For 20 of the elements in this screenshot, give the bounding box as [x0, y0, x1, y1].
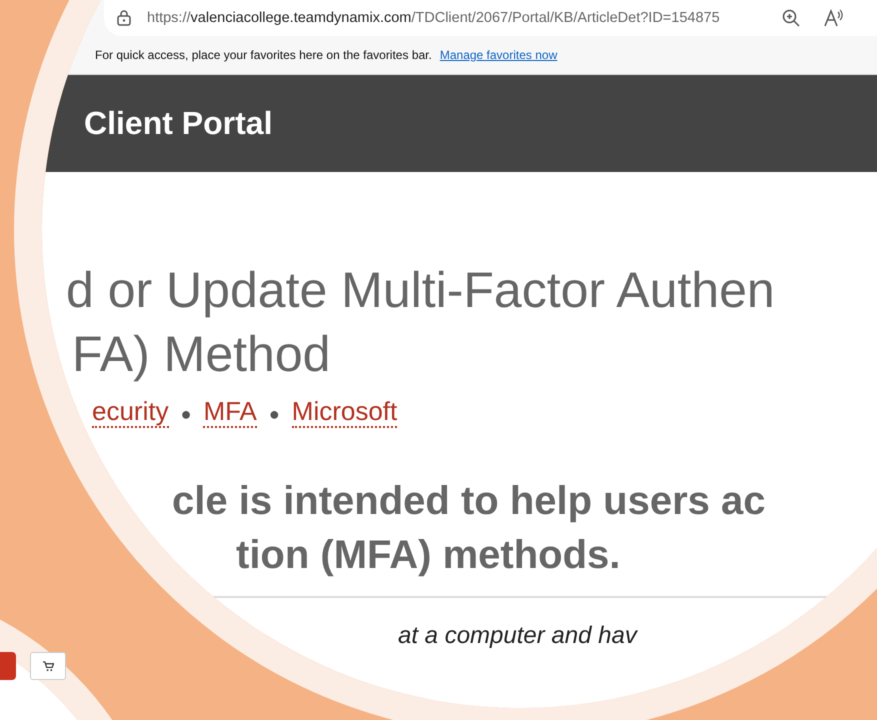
read-aloud-icon[interactable]: [824, 9, 844, 27]
portal-title: Client Portal: [84, 105, 272, 142]
article-summary: cle is intended to help users ac: [171, 478, 767, 525]
tag-separator: ●: [268, 404, 280, 425]
article-title: d or Update Multi-Factor Authen: [65, 261, 776, 320]
address-bar[interactable]: https://valenciacollege.teamdynamix.com/TDClient/2067/Portal/KB/ArticleDet?ID=154875: [104, 0, 877, 36]
zoom-icon[interactable]: [782, 9, 800, 27]
article-body-text: at a computer and hav: [397, 622, 639, 650]
tag-link[interactable]: Microsoft: [292, 396, 398, 428]
favorites-message: For quick access, place your favorites here on the favorites bar.: [95, 48, 432, 62]
cart-button[interactable]: [30, 652, 66, 680]
cart-icon: [42, 660, 54, 672]
tag-link[interactable]: ecurity: [92, 396, 169, 428]
url-text: https://valenciacollege.teamdynamix.com/TDClient/2067/Portal/KB/ArticleDet?ID=154875: [147, 10, 720, 26]
tag-separator: ●: [180, 404, 192, 425]
lock-icon: [117, 10, 131, 26]
tag-link[interactable]: MFA: [203, 396, 257, 428]
manage-favorites-link[interactable]: Manage favorites now: [440, 48, 558, 62]
article-summary: tion (MFA) methods.: [235, 532, 622, 579]
article-title: FA) Method: [71, 325, 332, 384]
